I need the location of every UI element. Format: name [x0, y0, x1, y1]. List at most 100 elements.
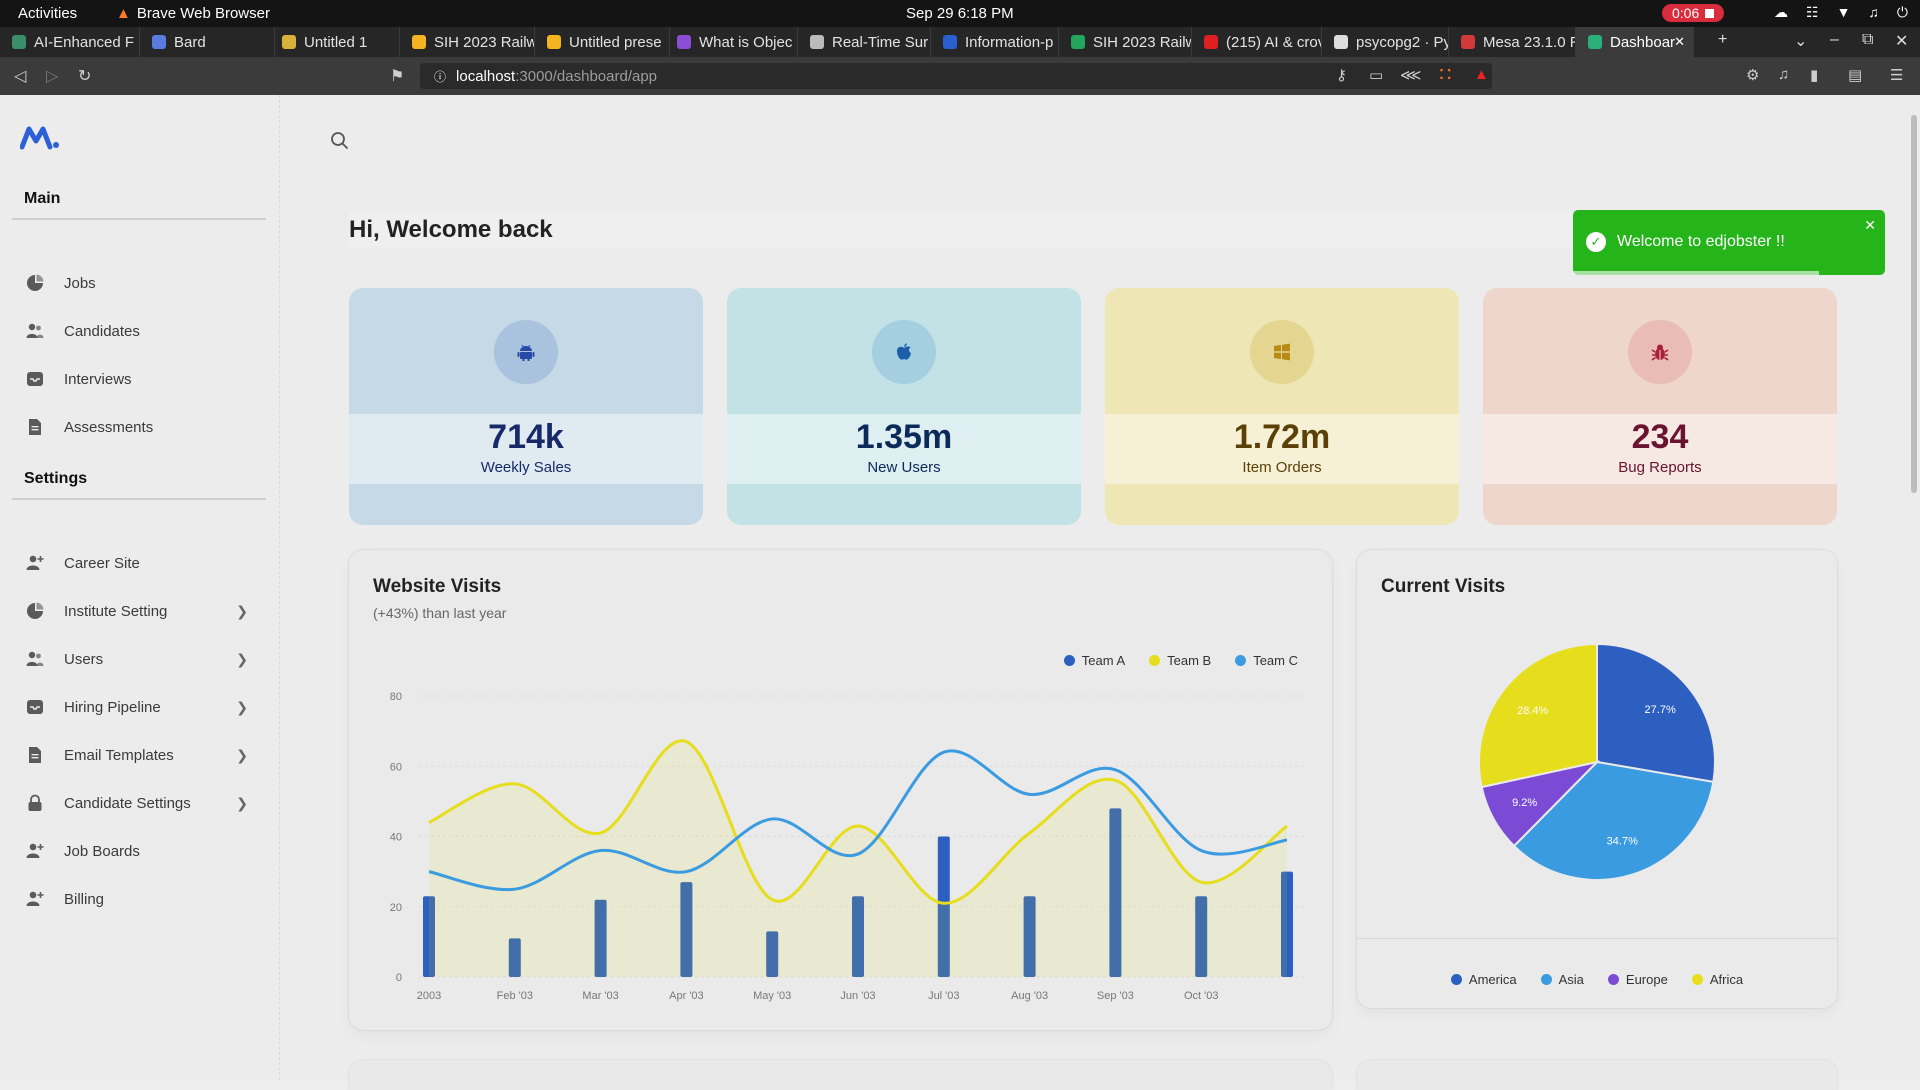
bookmark-icon[interactable]: ⚑ — [390, 66, 404, 86]
section-settings: Settings — [12, 460, 266, 500]
toast-close-icon[interactable]: ✕ — [1864, 217, 1876, 234]
key-icon[interactable]: ⚷ — [1336, 66, 1347, 84]
sidebar-item-users[interactable]: Users ❯ — [26, 639, 256, 679]
url-path: :3000/dashboard/app — [515, 67, 658, 85]
system-top-bar: Activities ▲ Brave Web Browser Sep 29 6:… — [0, 0, 1920, 27]
site-info-icon[interactable]: ⓘ — [434, 68, 446, 85]
tab[interactable]: Bard — [140, 27, 275, 57]
stat-card-item-orders: 1.72m Item Orders — [1105, 288, 1459, 525]
tab-search-icon[interactable]: ⌄ — [1794, 31, 1807, 51]
legend-dot-icon — [1607, 974, 1619, 985]
address-bar[interactable]: ⓘ localhost:3000/dashboard/app — [420, 63, 1492, 89]
tab[interactable]: What is Objec — [665, 27, 798, 57]
tab[interactable]: Real-Time Sur — [798, 27, 931, 57]
favicon-icon — [1204, 35, 1218, 49]
app-logo[interactable] — [20, 125, 62, 151]
tab[interactable]: Mesa 23.1.0 R — [1449, 27, 1576, 57]
tab-label: Real-Time Sur — [832, 33, 929, 51]
new-tab-button[interactable]: + — [1718, 31, 1727, 49]
x-tick-label: Aug '03 — [1011, 990, 1048, 1002]
recording-indicator[interactable]: 0:06 — [1662, 4, 1725, 22]
next-panel — [349, 1060, 1332, 1090]
current-visits-legend: America Asia Europe Africa — [1357, 972, 1837, 987]
browser-tab-bar: AI-Enhanced F Bard Untitled 1 SIH 2023 Rail… — [0, 27, 1920, 57]
clock[interactable]: Sep 29 6:18 PM — [906, 5, 1014, 22]
current-visits-title: Current Visits — [1381, 576, 1506, 597]
minimize-icon[interactable]: – — [1830, 31, 1839, 49]
back-icon[interactable]: ◁ — [14, 66, 26, 86]
sidebar-item-job-boards[interactable]: Job Boards — [26, 831, 256, 871]
stat-label: Item Orders — [1242, 459, 1322, 476]
sidebar-item-label: Career Site — [64, 554, 140, 572]
brave-icon: ▲ — [116, 5, 131, 22]
activities-button[interactable]: Activities — [18, 5, 77, 22]
sidebar-item-institute-setting[interactable]: Institute Setting ❯ — [26, 591, 256, 631]
stop-icon — [1705, 8, 1715, 18]
section-main: Main — [12, 180, 266, 220]
app-menu[interactable]: ▲ Brave Web Browser — [116, 5, 270, 22]
pie-slice-label: 27.7% — [1645, 704, 1676, 716]
tab[interactable]: SIH 2023 Railw — [400, 27, 535, 57]
legend-item[interactable]: America — [1450, 972, 1517, 987]
tab[interactable]: Information-p — [931, 27, 1059, 57]
wallet-icon[interactable]: ▤ — [1848, 66, 1862, 84]
x-tick-label: Jul '03 — [928, 990, 959, 1002]
favicon-icon — [412, 35, 426, 49]
tab[interactable]: SIH 2023 Railw — [1059, 27, 1192, 57]
x-tick-label: Apr '03 — [669, 990, 704, 1002]
maximize-icon[interactable]: ⧉ — [1862, 31, 1873, 49]
favicon-icon — [1071, 35, 1085, 49]
menu-icon[interactable]: ☰ — [1890, 66, 1903, 84]
tab-active[interactable]: Dashboar ✕ — [1576, 27, 1694, 57]
inbox-icon — [26, 698, 44, 716]
media-icon[interactable]: ♫ — [1778, 66, 1789, 83]
scrollbar-thumb[interactable] — [1911, 115, 1917, 493]
x-tick-label: May '03 — [753, 990, 791, 1002]
sidebar-item-billing[interactable]: Billing — [26, 879, 256, 919]
document-icon — [26, 746, 44, 764]
system-tray[interactable]: ☁ ☷ ▼ ♫ ⏻ — [1774, 4, 1908, 21]
stat-label: Bug Reports — [1618, 459, 1702, 476]
legend-item[interactable]: Asia — [1540, 972, 1584, 987]
tab[interactable]: AI-Enhanced F — [0, 27, 140, 57]
brave-shields-icon[interactable]: ⛚ — [1440, 66, 1451, 83]
sidebar-item-label: Email Templates — [64, 746, 174, 764]
legend-item[interactable]: Africa — [1691, 972, 1743, 987]
extensions-icon[interactable]: ⚙ — [1746, 66, 1759, 84]
sidebar-item-label: Users — [64, 650, 104, 668]
y-tick-label: 60 — [390, 761, 402, 773]
sidebar-item-career-site[interactable]: Career Site — [26, 543, 256, 583]
share-icon[interactable]: ⋘ — [1400, 66, 1421, 84]
tab[interactable]: psycopg2 · Py — [1322, 27, 1449, 57]
tab[interactable]: Untitled prese — [535, 27, 670, 57]
tab-label: SIH 2023 Railw — [434, 33, 535, 51]
close-tab-icon[interactable]: ✕ — [1674, 34, 1685, 50]
network-icon: ☷ — [1806, 4, 1819, 20]
sidebar-item-interviews[interactable]: Interviews — [26, 359, 256, 399]
forward-icon[interactable]: ▷ — [46, 66, 58, 86]
cast-icon[interactable]: ▭ — [1369, 66, 1383, 84]
pie-slice-label: 34.7% — [1607, 836, 1638, 848]
x-tick-label: 2003 — [417, 990, 441, 1002]
sidebar-item-candidates[interactable]: Candidates — [26, 311, 256, 351]
sidebar-item-hiring-pipeline[interactable]: Hiring Pipeline ❯ — [26, 687, 256, 727]
favicon-icon — [547, 35, 561, 49]
current-visits-chart: 27.7% 34.7% 9.2% 28.4% — [1478, 642, 1716, 881]
sidebar-toggle-icon[interactable]: ▮ — [1810, 66, 1818, 84]
sidebar-item-jobs[interactable]: Jobs — [26, 263, 256, 303]
legend-item[interactable]: Europe — [1607, 972, 1668, 987]
pie-slice-label: 28.4% — [1517, 705, 1548, 717]
sidebar-item-candidate-settings[interactable]: Candidate Settings ❯ — [26, 783, 256, 823]
page-scrollbar[interactable] — [1906, 95, 1920, 1080]
search-icon[interactable] — [330, 131, 350, 151]
chevron-right-icon: ❯ — [236, 602, 248, 619]
reload-icon[interactable]: ↻ — [78, 66, 91, 86]
sidebar-item-email-templates[interactable]: Email Templates ❯ — [26, 735, 256, 775]
tab[interactable]: Untitled 1 — [270, 27, 400, 57]
y-tick-label: 80 — [390, 691, 402, 703]
sidebar-item-assessments[interactable]: Assessments — [26, 407, 256, 447]
brave-rewards-icon[interactable]: ▲ — [1474, 66, 1489, 83]
x-tick-label: Mar '03 — [582, 990, 618, 1002]
close-window-icon[interactable]: ✕ — [1895, 31, 1908, 51]
tab[interactable]: (215) AI & crov — [1192, 27, 1322, 57]
